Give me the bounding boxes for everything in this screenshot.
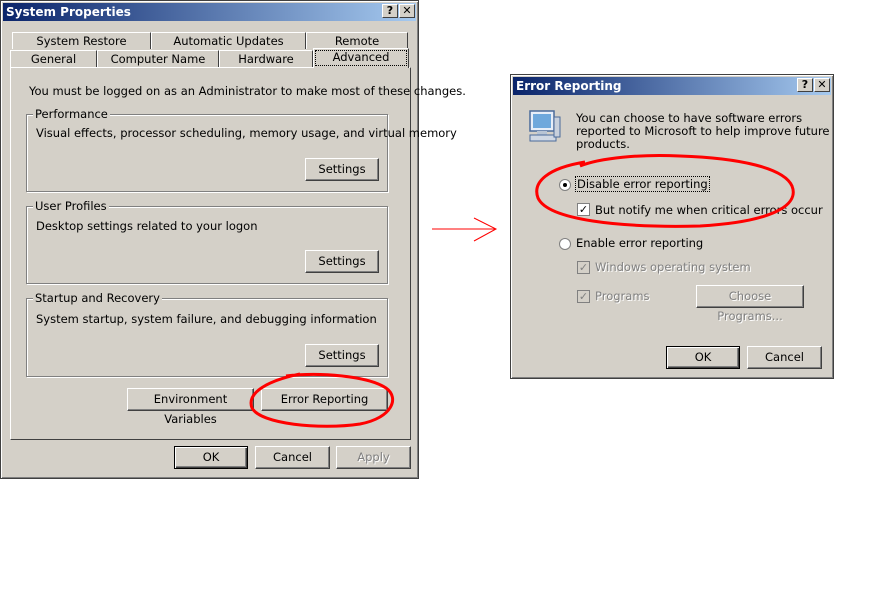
annotation-overlay [249, 153, 795, 428]
tab-advanced[interactable]: Advanced [313, 48, 409, 68]
annotation-circle-error-reporting [249, 372, 395, 428]
annotation-arrow [432, 217, 498, 242]
annotation-ellipse-disable-reporting [535, 153, 795, 228]
